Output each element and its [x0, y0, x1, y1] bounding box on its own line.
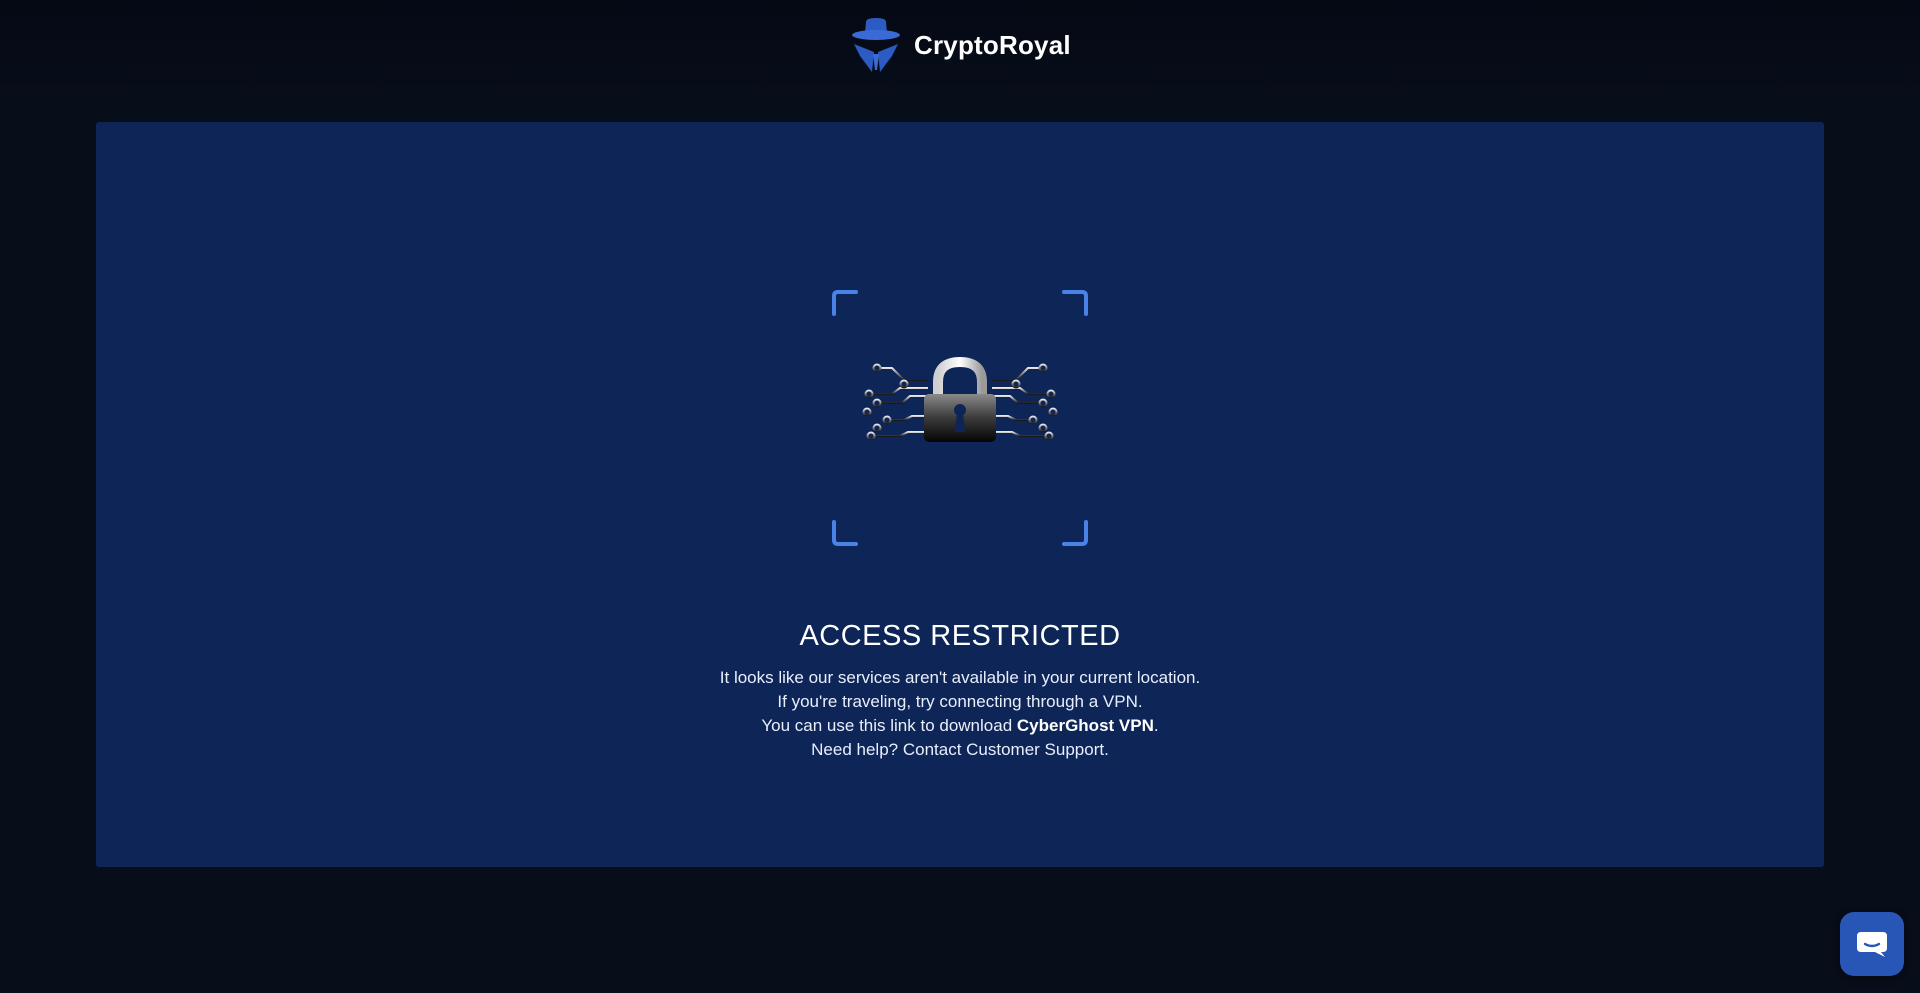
restriction-message: It looks like our services aren't availa…: [96, 666, 1824, 762]
padlock-circuit-icon: [832, 290, 1088, 546]
chat-button[interactable]: [1840, 912, 1904, 976]
download-suffix: .: [1153, 716, 1159, 735]
brand-name: CryptoRoyal: [914, 29, 1071, 60]
chat-bubble-icon: [1857, 932, 1887, 957]
brand[interactable]: CryptoRoyal: [850, 16, 1071, 74]
message-line-download: You can use this link to download CyberG…: [96, 714, 1824, 738]
message-line-location: It looks like our services aren't availa…: [719, 668, 1201, 687]
site-header: CryptoRoyal: [0, 0, 1920, 92]
spy-hat-logo-icon: [852, 18, 900, 72]
cyberghost-vpn-link[interactable]: CyberGhost VPN: [1017, 716, 1154, 735]
access-restricted-panel: ACCESS RESTRICTED It looks like our serv…: [96, 122, 1824, 867]
message-line-vpn: If you're traveling, try connecting thro…: [777, 692, 1143, 711]
page-title: ACCESS RESTRICTED: [799, 620, 1121, 652]
download-prefix: You can use this link to download: [761, 716, 1017, 735]
message-line-support: Need help? Contact Customer Support.: [811, 740, 1109, 759]
